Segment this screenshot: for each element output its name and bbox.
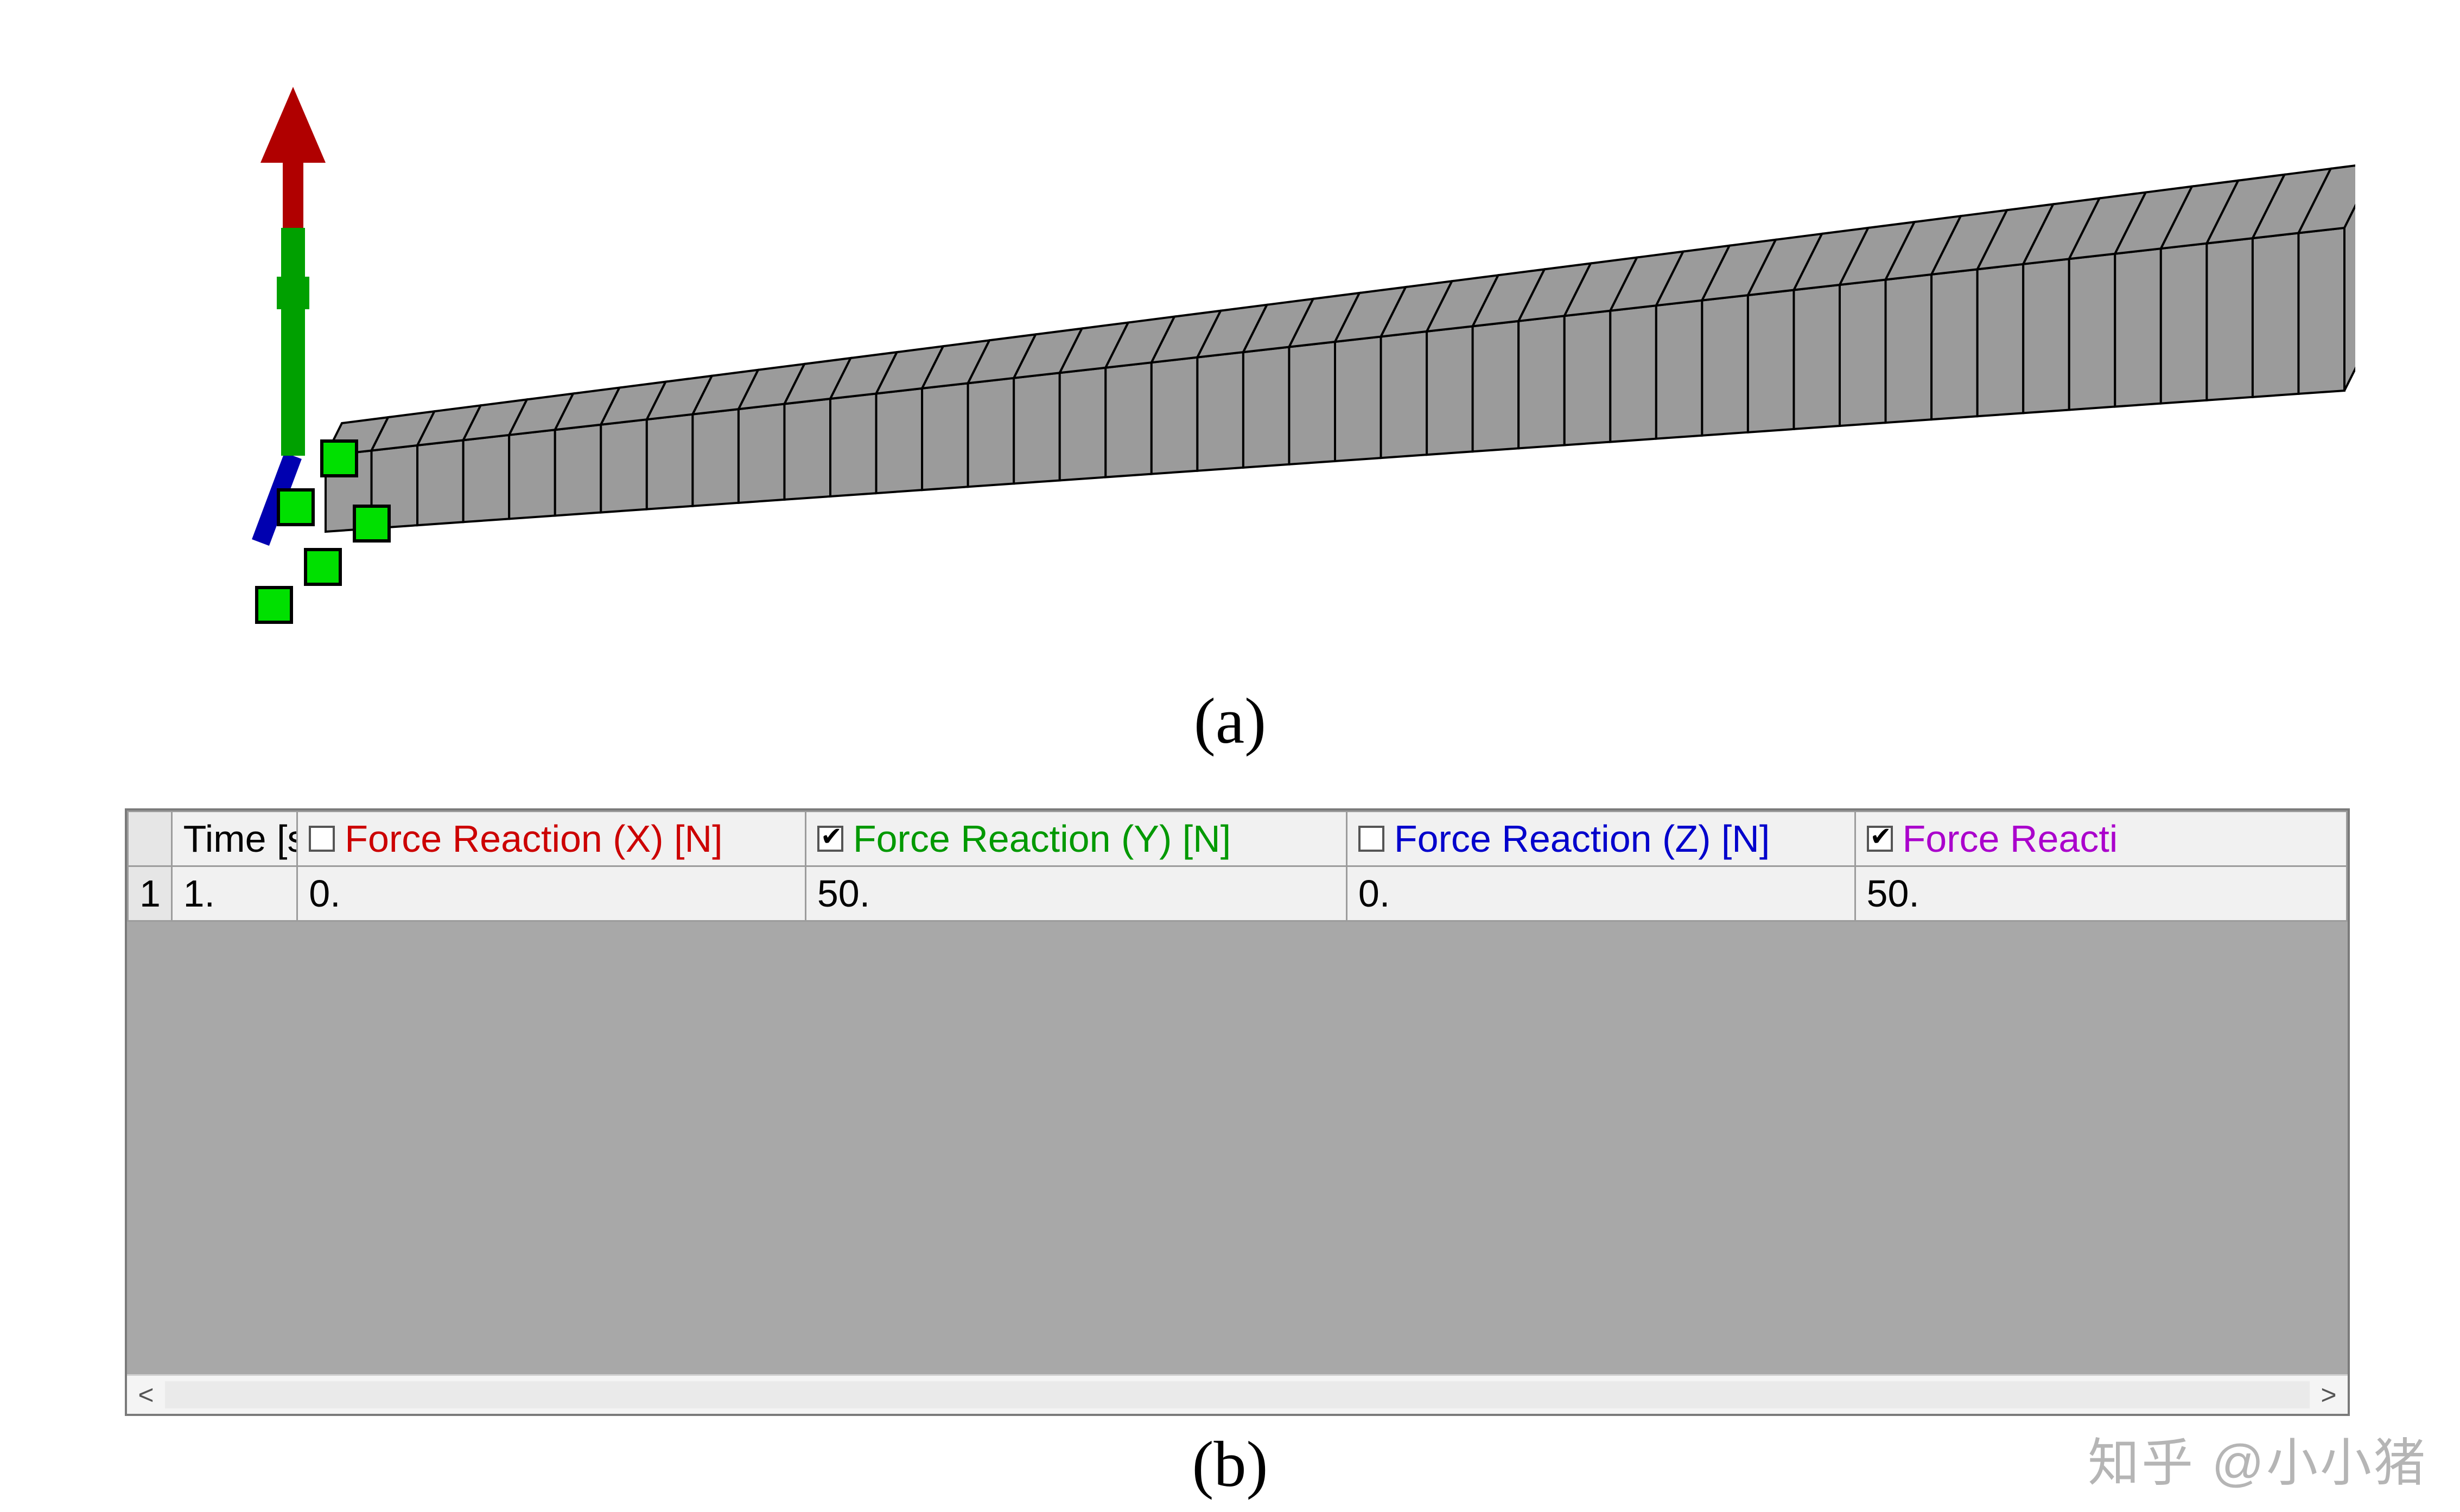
header-force-y[interactable]: Force Reaction (Y) [N] [805, 812, 1346, 866]
table-row[interactable]: 1 1. 0. 50. 0. 50. [128, 866, 2347, 921]
checkbox-force-total[interactable] [1867, 826, 1893, 852]
mesh-viewport[interactable] [98, 22, 2377, 640]
scroll-track[interactable] [165, 1381, 2310, 1408]
checkbox-force-z[interactable] [1358, 826, 1384, 852]
reaction-force-table: Time [s] Force Reaction (X) [N] Force Re… [127, 811, 2348, 922]
header-force-x-label: Force Reaction (X) [N] [345, 817, 722, 860]
watermark: 知乎 @小小猪 [2088, 1421, 2427, 1496]
scroll-left-icon[interactable]: < [127, 1376, 165, 1414]
cell-ftotal[interactable]: 50. [1855, 866, 2347, 921]
cell-fx[interactable]: 0. [297, 866, 806, 921]
header-force-z[interactable]: Force Reaction (Z) [N] [1346, 812, 1855, 866]
horizontal-scrollbar[interactable]: < > [127, 1374, 2348, 1414]
header-force-y-label: Force Reaction (Y) [N] [853, 817, 1231, 860]
fixed-support-markers [255, 423, 440, 629]
cell-fy[interactable]: 50. [805, 866, 1346, 921]
cell-time[interactable]: 1. [171, 866, 297, 921]
header-force-total[interactable]: Force Reacti [1855, 812, 2347, 866]
checkbox-force-y[interactable] [817, 826, 843, 852]
tabular-data-panel: Time [s] Force Reaction (X) [N] Force Re… [125, 808, 2350, 1416]
scroll-right-icon[interactable]: > [2310, 1376, 2348, 1414]
header-force-x[interactable]: Force Reaction (X) [N] [297, 812, 806, 866]
cell-fz[interactable]: 0. [1346, 866, 1855, 921]
header-time-label: Time [s] [183, 818, 297, 860]
header-force-total-label: Force Reacti [1903, 817, 2118, 860]
header-force-z-label: Force Reaction (Z) [N] [1394, 817, 1770, 860]
header-row-index [128, 812, 172, 866]
caption-a: (a) [0, 684, 2460, 758]
cell-row-index: 1 [128, 866, 172, 921]
header-time[interactable]: Time [s] [171, 812, 297, 866]
checkbox-force-x[interactable] [309, 826, 335, 852]
meshed-beam [315, 152, 2355, 575]
